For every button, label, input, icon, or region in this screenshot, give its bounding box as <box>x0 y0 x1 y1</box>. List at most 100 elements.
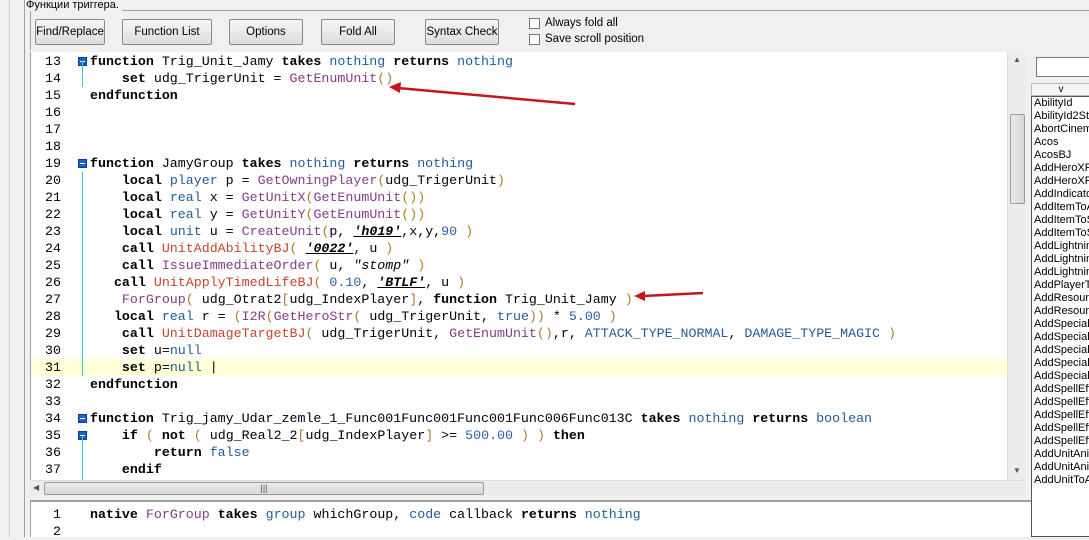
function-list-item[interactable]: AbilityId2String <box>1032 110 1089 123</box>
function-search-input[interactable] <box>1036 57 1089 77</box>
code-line[interactable]: 14 set udg_TrigerUnit = GetEnumUnit() <box>31 70 1008 87</box>
code-line[interactable]: 27 ForGroup( udg_Otrat2[udg_IndexPlayer]… <box>31 291 1008 308</box>
function-list-item[interactable]: AddLightningLoc <box>1032 266 1089 279</box>
code-line[interactable]: 29 call UnitDamageTargetBJ( udg_TrigerUn… <box>31 325 1008 342</box>
fold-guide <box>82 436 83 480</box>
code-line[interactable]: 32 endfunction <box>31 376 1008 393</box>
code-token: u= <box>145 343 170 358</box>
function-list-item[interactable]: AddLightning <box>1032 240 1089 253</box>
function-list-item[interactable]: AddSpecialEffectTarget <box>1032 357 1089 370</box>
options-button[interactable]: Options <box>229 19 303 45</box>
horizontal-scrollbar[interactable]: ◀ ||| <box>30 480 1026 496</box>
checkbox-box[interactable] <box>529 33 540 45</box>
function-list-item[interactable]: AddHeroXP <box>1032 162 1089 175</box>
function-list-item[interactable]: AddItemToStockBJ <box>1032 227 1089 240</box>
code-token: udg_IndexPlayer <box>305 428 426 443</box>
fold-toggle-icon[interactable] <box>78 414 87 423</box>
scroll-left-icon[interactable]: ◀ <box>33 483 39 492</box>
code-editor[interactable]: 13 function Trig_Unit_Jamy takes nothing … <box>30 52 1026 480</box>
code-line[interactable]: 15 endfunction <box>31 87 1008 104</box>
always-fold-all-checkbox[interactable]: Always fold all <box>529 17 618 29</box>
code-line[interactable]: 22 local real y = GetUnitY(GetEnumUnit()… <box>31 206 1008 223</box>
code-token: GetUnitY <box>241 207 306 222</box>
code-line[interactable]: 25 call IssueImmediateOrder( u, "stomp" … <box>31 257 1008 274</box>
code-token: nothing <box>417 156 474 171</box>
code-token: ( <box>265 309 274 324</box>
left-splitter[interactable] <box>0 0 25 537</box>
fold-toggle-icon[interactable] <box>78 159 87 168</box>
find-replace-button[interactable]: Find/Replace <box>35 19 105 45</box>
function-list-item[interactable]: AddHeroXPSwapped <box>1032 175 1089 188</box>
fold-all-button[interactable]: Fold All <box>321 19 395 45</box>
code-text: native ForGroup takes group whichGroup, … <box>90 506 641 523</box>
code-token: local <box>90 173 162 188</box>
function-list-item[interactable]: AbortCinematicFadeBJ <box>1032 123 1089 136</box>
code-line[interactable]: 13 function Trig_Unit_Jamy takes nothing … <box>31 53 1008 70</box>
function-list-button[interactable]: Function List <box>122 19 212 45</box>
function-list-item[interactable]: Acos <box>1032 136 1089 149</box>
function-list[interactable]: AbilityIdAbilityId2StringAbortCinematicF… <box>1031 96 1089 537</box>
code-line[interactable]: 35 if ( not ( udg_Real2_2[udg_IndexPlaye… <box>31 427 1008 444</box>
function-list-item[interactable]: AddUnitToAllStock <box>1032 474 1089 487</box>
function-list-item[interactable]: AddLightningEx <box>1032 253 1089 266</box>
code-line[interactable]: 36 return false <box>31 444 1008 461</box>
code-line[interactable]: 18 <box>31 138 1008 155</box>
code-line[interactable]: 31 set p=null | <box>31 359 1008 376</box>
function-list-item[interactable]: AddIndicator <box>1032 188 1089 201</box>
function-list-item[interactable]: AddUnitAnimationPropertiesBJ <box>1032 461 1089 474</box>
code-line[interactable]: 1 native ForGroup takes group whichGroup,… <box>31 506 1008 523</box>
function-list-item[interactable]: AddSpecialEffectLoc <box>1032 331 1089 344</box>
checkbox-box[interactable] <box>529 17 540 29</box>
function-list-item[interactable]: AddSpellEffect <box>1032 383 1089 396</box>
function-list-item[interactable]: AddResourceAmount <box>1032 292 1089 305</box>
vertical-scrollbar[interactable]: ▲ ▼ <box>1007 52 1026 480</box>
line-number: 13 <box>45 54 61 69</box>
line-number: 30 <box>45 343 61 358</box>
code-line[interactable]: 2 <box>31 523 1008 540</box>
code-line[interactable]: 20 local player p = GetOwningPlayer(udg_… <box>31 172 1008 189</box>
code-line[interactable]: 30 set u=null <box>31 342 1008 359</box>
function-list-item[interactable]: AddSpecialEffectTargetUnitBJ <box>1032 370 1089 383</box>
code-line[interactable]: 28 local real r = (I2R(GetHeroStr( udg_T… <box>31 308 1008 325</box>
code-token: GetUnitX <box>241 190 306 205</box>
function-list-item[interactable]: AddItemToStock <box>1032 214 1089 227</box>
function-list-item[interactable]: AddSpecialEffectLocBJ <box>1032 344 1089 357</box>
code-token: I2R <box>241 309 266 324</box>
function-list-item[interactable]: AddSpecialEffect <box>1032 318 1089 331</box>
save-scroll-position-checkbox[interactable]: Save scroll position <box>529 33 644 45</box>
scroll-down-icon[interactable]: ▼ <box>1013 466 1021 475</box>
function-list-item[interactable]: AbilityId <box>1032 97 1089 110</box>
function-list-item[interactable]: AddUnitAnimationProperties <box>1032 448 1089 461</box>
code-line[interactable]: 21 local real x = GetUnitX(GetEnumUnit()… <box>31 189 1008 206</box>
code-text: local player p = GetOwningPlayer(udg_Tri… <box>90 172 505 189</box>
code-line[interactable]: 23 local unit u = CreateUnit(p, 'h019',x… <box>31 223 1008 240</box>
code-line[interactable]: 17 <box>31 121 1008 138</box>
scroll-thumb[interactable] <box>1010 114 1025 204</box>
declaration-pane[interactable]: 1 native ForGroup takes group whichGroup,… <box>30 500 1089 540</box>
code-line[interactable]: 16 <box>31 104 1008 121</box>
code-token: function <box>90 411 154 426</box>
line-number: 14 <box>45 71 61 86</box>
fold-guide <box>82 172 83 376</box>
code-line[interactable]: 24 call UnitAddAbilityBJ( '0022', u ) <box>31 240 1008 257</box>
scroll-up-icon[interactable]: ▲ <box>1013 55 1021 64</box>
function-list-item[interactable]: AddPlayerTechResearched <box>1032 279 1089 292</box>
splitter-grip <box>9 0 10 537</box>
function-list-item[interactable]: AddResourceAmountBJ <box>1032 305 1089 318</box>
code-line[interactable]: 26 call UnitApplyTimedLifeBJ( 0.10, 'BTL… <box>31 274 1008 291</box>
syntax-check-button[interactable]: Syntax Check <box>425 19 499 45</box>
code-line[interactable]: 33 <box>31 393 1008 410</box>
code-line[interactable]: 34 function Trig_jamy_Udar_zemle_1_Func00… <box>31 410 1008 427</box>
code-line[interactable]: 19 function JamyGroup takes nothing retur… <box>31 155 1008 172</box>
function-list-item[interactable]: AddSpellEffectTarget <box>1032 435 1089 448</box>
function-list-item[interactable]: AddSpellEffectLoc <box>1032 422 1089 435</box>
function-list-header[interactable]: v <box>1031 83 1089 96</box>
scroll-thumb[interactable]: ||| <box>44 482 484 495</box>
function-list-item[interactable]: AddItemToAllStock <box>1032 201 1089 214</box>
code-line[interactable]: 37 endif <box>31 461 1008 478</box>
code-token: () <box>377 71 394 86</box>
function-list-item[interactable]: AcosBJ <box>1032 149 1089 162</box>
function-list-item[interactable]: AddSpellEffectById <box>1032 396 1089 409</box>
function-list-item[interactable]: AddSpellEffectByIdLoc <box>1032 409 1089 422</box>
